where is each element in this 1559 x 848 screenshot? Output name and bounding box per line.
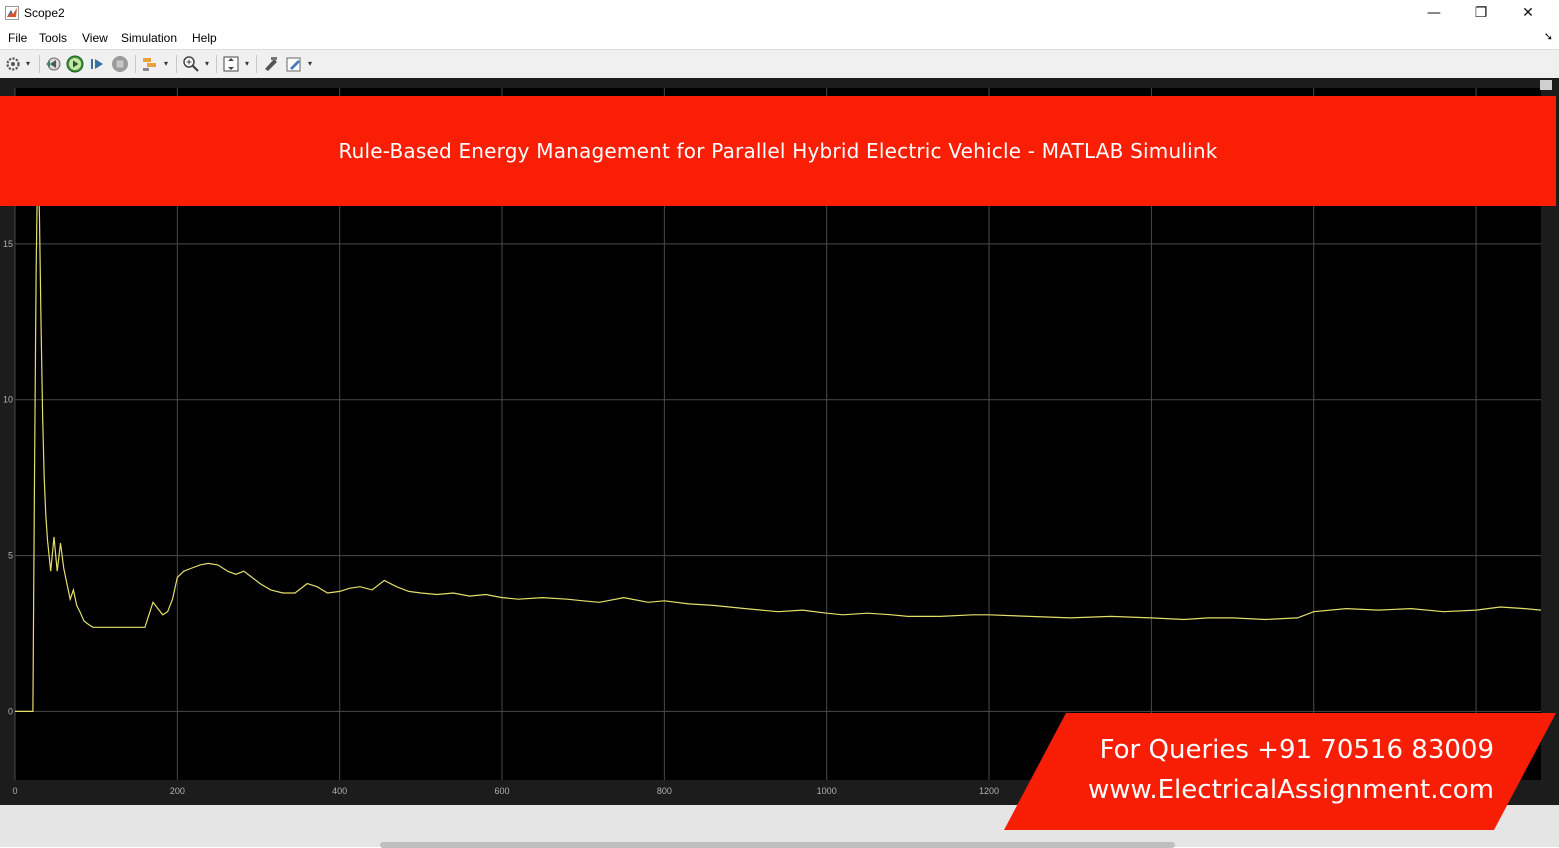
highlight-icon[interactable] — [141, 55, 159, 73]
x-tick-label: 800 — [657, 786, 672, 796]
window-titlebar: Scope2 — ❐ ✕ — [0, 0, 1559, 26]
y-tick-label: 15 — [3, 239, 13, 249]
settings-dropdown-icon[interactable]: ▾ — [26, 59, 30, 68]
banner-title: Rule-Based Energy Management for Paralle… — [338, 139, 1218, 163]
write-icon[interactable] — [262, 55, 280, 73]
y-tick-label: 5 — [8, 551, 13, 561]
x-tick-label: 0 — [12, 786, 17, 796]
maximize-axes-icon[interactable] — [1540, 80, 1552, 90]
badge-website: www.ElectricalAssignment.com — [1087, 775, 1494, 805]
toolbar: ▾ ▾ ▾ ▾ ▾ — [0, 49, 1559, 79]
x-tick-label: 400 — [332, 786, 347, 796]
toolbar-separator — [176, 55, 177, 73]
badge-phone: For Queries +91 70516 83009 — [1099, 735, 1494, 765]
zoom-icon[interactable] — [182, 55, 200, 73]
y-tick-label: 0 — [8, 706, 13, 716]
menu-view[interactable]: View — [82, 31, 108, 45]
x-tick-label: 1200 — [979, 786, 999, 796]
x-tick-label: 1000 — [817, 786, 837, 796]
x-tick-label: 200 — [170, 786, 185, 796]
menu-help[interactable]: Help — [192, 31, 217, 45]
minimize-button[interactable]: — — [1411, 0, 1457, 26]
matlab-icon — [5, 6, 19, 20]
toolbar-separator — [216, 55, 217, 73]
menu-tools[interactable]: Tools — [39, 31, 67, 45]
zoom-dropdown-icon[interactable]: ▾ — [205, 59, 209, 68]
toolbar-separator — [256, 55, 257, 73]
run-icon[interactable] — [66, 55, 84, 73]
y-tick-label: 10 — [3, 395, 13, 405]
highlight-dropdown-icon[interactable]: ▾ — [164, 59, 168, 68]
menu-bar: File Tools View Simulation Help ➘ — [0, 26, 1559, 49]
menu-simulation[interactable]: Simulation — [121, 31, 177, 45]
step-forward-icon[interactable] — [88, 55, 106, 73]
toolbar-separator — [39, 55, 40, 73]
window-title: Scope2 — [24, 6, 65, 20]
contact-badge: For Queries +91 70516 83009 www.Electric… — [1004, 713, 1556, 830]
edit-icon[interactable] — [285, 55, 303, 73]
step-back-icon[interactable] — [44, 55, 62, 73]
menu-file[interactable]: File — [8, 31, 27, 45]
autoscale-dropdown-icon[interactable]: ▾ — [245, 59, 249, 68]
close-button[interactable]: ✕ — [1505, 0, 1551, 26]
toolbar-separator — [135, 55, 136, 73]
edit-dropdown-icon[interactable]: ▾ — [308, 59, 312, 68]
autoscale-icon[interactable] — [222, 55, 240, 73]
x-tick-label: 600 — [495, 786, 510, 796]
stop-icon[interactable] — [111, 55, 129, 73]
restore-button[interactable]: ❐ — [1458, 0, 1504, 26]
horizontal-scrollbar[interactable] — [380, 842, 1175, 848]
settings-icon[interactable] — [4, 55, 22, 73]
arrow-icon[interactable]: ➘ — [1544, 30, 1553, 43]
title-banner: Rule-Based Energy Management for Paralle… — [0, 96, 1556, 206]
